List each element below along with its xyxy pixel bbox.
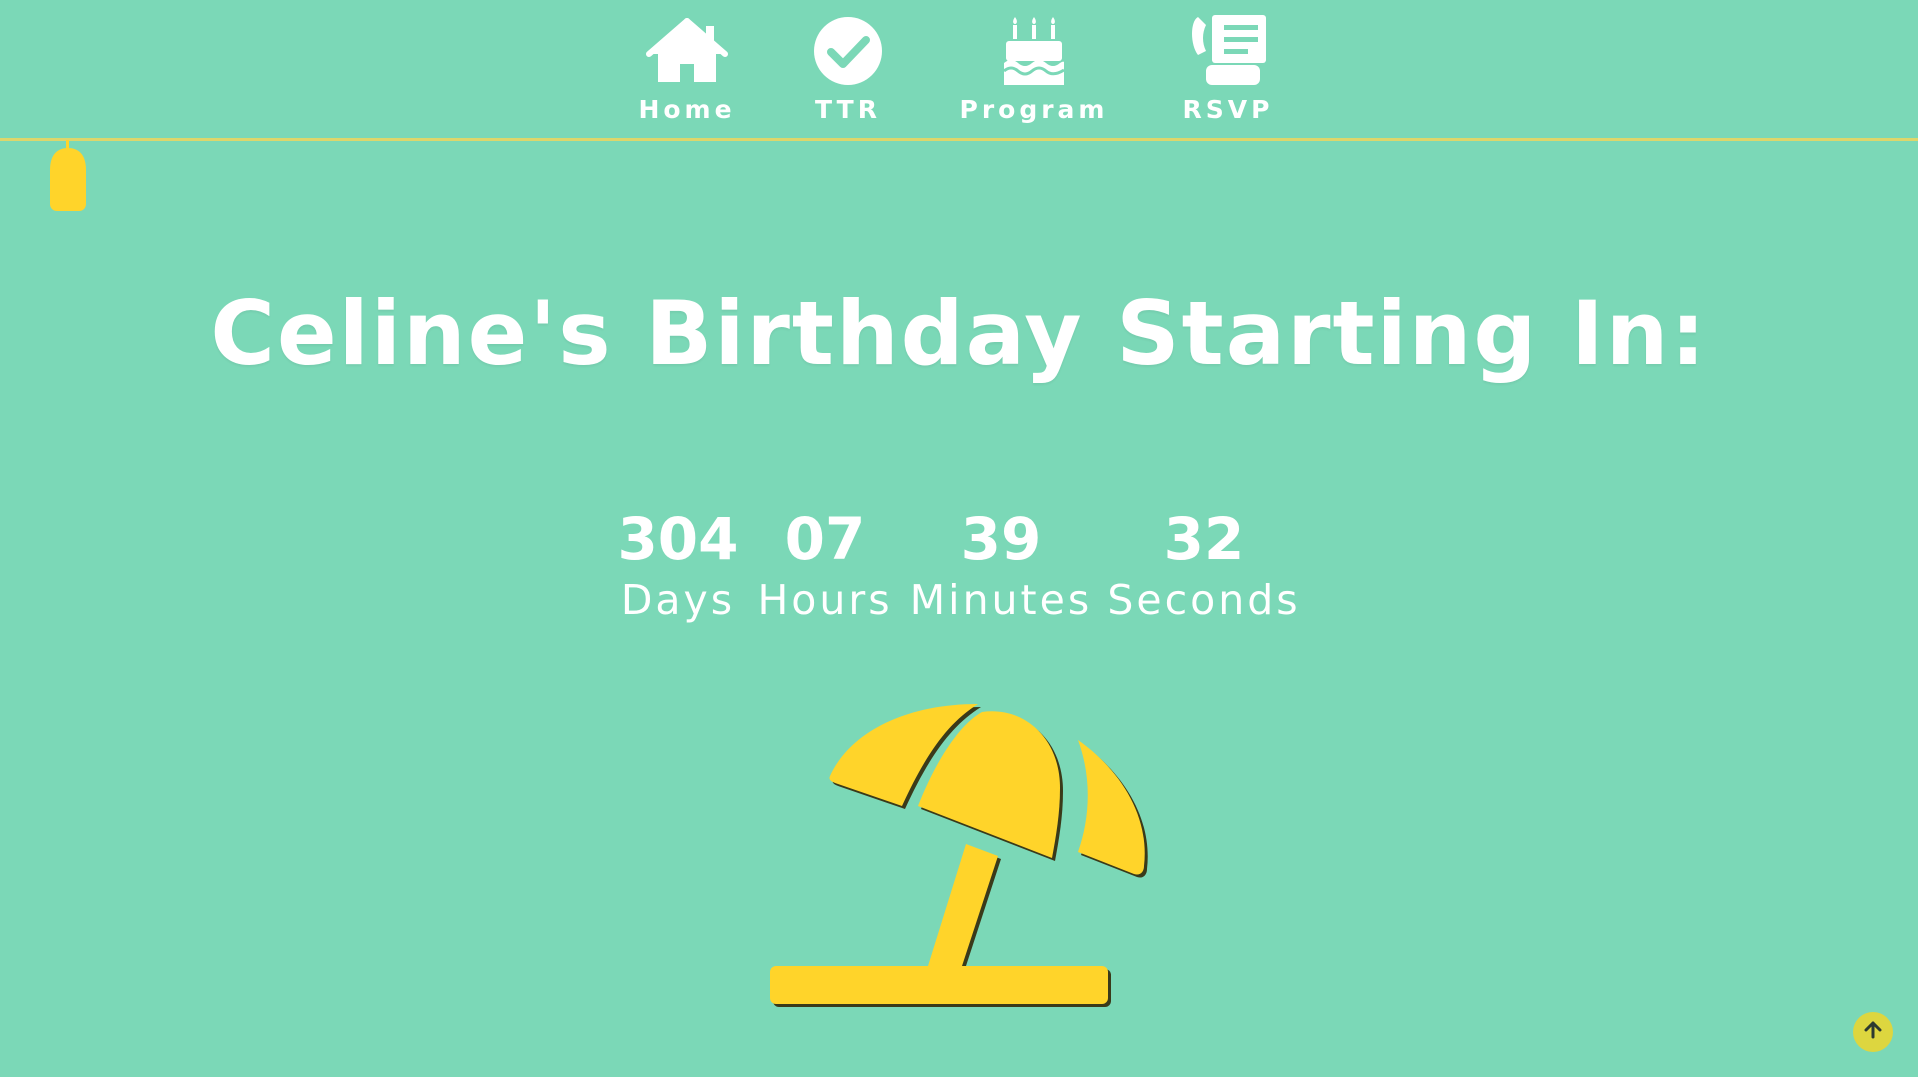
- countdown-timer: 304 Days 07 Hours 39 Minutes 32 Seconds: [0, 500, 1918, 630]
- nav-item-ttr[interactable]: TTR: [800, 14, 896, 124]
- hours-label: Hours: [757, 576, 893, 624]
- nav-label-program: Program: [959, 95, 1109, 124]
- beach-umbrella-icon: [760, 698, 1160, 1010]
- minutes-label: Minutes: [909, 576, 1093, 624]
- nav-item-rsvp[interactable]: RSVP: [1176, 14, 1280, 124]
- birthday-cake-icon: [993, 14, 1075, 87]
- arrow-up-icon: [1863, 1020, 1883, 1044]
- fax-phone-icon: [1187, 14, 1269, 87]
- page-title: Celine's Birthday Starting In:: [210, 282, 1708, 385]
- scroll-to-top-button[interactable]: [1853, 1012, 1893, 1052]
- nav-label-rsvp: RSVP: [1182, 95, 1274, 124]
- seconds-value: 32: [1163, 505, 1245, 573]
- hanging-lamp-icon: [46, 140, 90, 211]
- countdown-hours: 07 Hours: [725, 500, 925, 622]
- nav-item-home[interactable]: Home: [636, 14, 738, 124]
- home-icon: [646, 14, 728, 87]
- nav-label-home: Home: [638, 95, 736, 124]
- countdown-minutes: 39 Minutes: [901, 500, 1101, 622]
- nav-item-program[interactable]: Program: [956, 14, 1112, 124]
- minutes-value: 39: [960, 505, 1042, 573]
- nav-divider: [0, 138, 1918, 141]
- countdown-seconds: 32 Seconds: [1104, 500, 1304, 622]
- hours-value: 07: [784, 505, 866, 573]
- seconds-label: Seconds: [1107, 576, 1301, 624]
- nav-label-ttr: TTR: [815, 95, 881, 124]
- top-navigation: Home TTR Program RSVP: [0, 0, 1918, 140]
- check-circle-icon: [807, 14, 889, 87]
